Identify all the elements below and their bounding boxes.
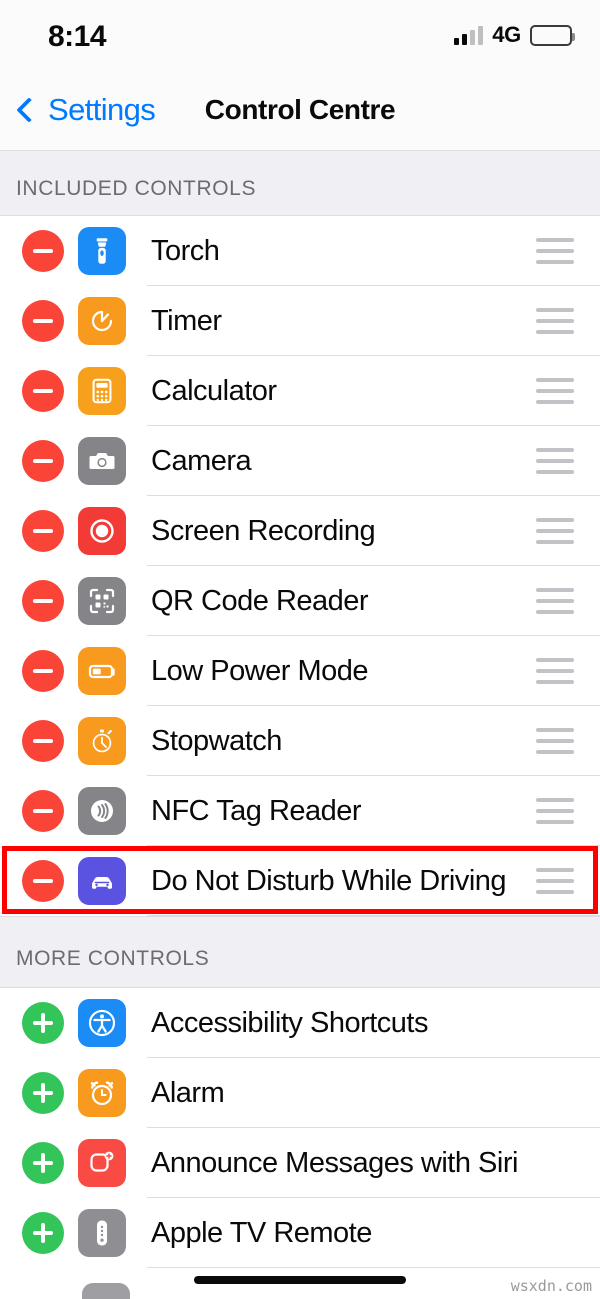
status-indicators: 4G [454,22,575,48]
qr-code-icon [78,577,126,625]
section-header-more-controls: MORE CONTROLS [0,916,600,988]
home-indicator[interactable] [194,1276,406,1284]
control-label: Do Not Disturb While Driving [151,864,507,897]
settings-list: INCLUDED CONTROLS Torch Timer Calculator Cam… [0,150,600,1268]
reorder-handle-icon[interactable] [536,238,574,264]
alarm-clock-icon [78,1069,126,1117]
reorder-handle-icon[interactable] [536,588,574,614]
table-row[interactable]: Screen Recording [0,496,600,566]
remove-control-button[interactable] [22,300,64,342]
reorder-handle-icon[interactable] [536,518,574,544]
reorder-handle-icon[interactable] [536,378,574,404]
table-row[interactable]: QR Code Reader [0,566,600,636]
back-button[interactable]: Settings [16,92,156,128]
table-row[interactable]: NFC Tag Reader [0,776,600,846]
add-control-button[interactable] [22,1072,64,1114]
navigation-bar: Settings Control Centre [0,70,600,150]
table-row[interactable]: Torch [0,216,600,286]
announce-siri-icon [78,1139,126,1187]
add-control-button[interactable] [22,1212,64,1254]
remove-control-button[interactable] [22,370,64,412]
reorder-handle-icon[interactable] [536,448,574,474]
back-button-label: Settings [48,92,156,127]
add-control-button[interactable] [22,1142,64,1184]
reorder-handle-icon[interactable] [536,308,574,334]
control-label: Announce Messages with Siri [151,1146,518,1179]
car-icon [78,857,126,905]
status-bar: 8:14 4G [0,0,600,70]
reorder-handle-icon[interactable] [536,658,574,684]
torch-icon [78,227,126,275]
reorder-handle-icon[interactable] [536,728,574,754]
stopwatch-icon [78,717,126,765]
table-row[interactable]: Low Power Mode [0,636,600,706]
control-label: Apple TV Remote [151,1216,372,1249]
control-label: NFC Tag Reader [151,794,362,827]
partial-next-row-icon [82,1283,130,1299]
reorder-handle-icon[interactable] [536,798,574,824]
chevron-left-icon [16,97,42,123]
section-header-included-controls: INCLUDED CONTROLS [0,150,600,216]
accessibility-icon [78,999,126,1047]
control-label: Low Power Mode [151,654,369,687]
table-row[interactable]: Camera [0,426,600,496]
nfc-icon [78,787,126,835]
control-list-included: Torch Timer Calculator Camera Screen Recordi… [0,216,600,916]
table-row[interactable]: Calculator [0,356,600,426]
table-row[interactable]: Do Not Disturb While Driving [0,846,600,916]
control-list-more: Accessibility Shortcuts Alarm Announce Mes… [0,988,600,1268]
remove-control-button[interactable] [22,860,64,902]
screen-recording-icon [78,507,126,555]
remove-control-button[interactable] [22,790,64,832]
control-label: Stopwatch [151,724,282,757]
remove-control-button[interactable] [22,510,64,552]
reorder-handle-icon[interactable] [536,868,574,894]
control-label: Calculator [151,374,277,407]
table-row[interactable]: Accessibility Shortcuts [0,988,600,1058]
network-type-label: 4G [492,22,521,47]
table-row[interactable]: Timer [0,286,600,356]
remove-control-button[interactable] [22,650,64,692]
row-separator [147,1267,600,1268]
battery-icon [530,24,575,46]
control-label: QR Code Reader [151,584,369,617]
remove-control-button[interactable] [22,580,64,622]
table-row[interactable]: Alarm [0,1058,600,1128]
signal-strength-icon [454,25,484,45]
timer-icon [78,297,126,345]
camera-icon [78,437,126,485]
add-control-button[interactable] [22,1002,64,1044]
control-label: Torch [151,234,220,267]
remove-control-button[interactable] [22,720,64,762]
calculator-icon [78,367,126,415]
control-label: Accessibility Shortcuts [151,1006,429,1039]
tv-remote-icon [78,1209,126,1257]
control-label: Screen Recording [151,514,376,547]
remove-control-button[interactable] [22,440,64,482]
control-label: Timer [151,304,222,337]
status-time: 8:14 [48,20,107,53]
watermark: wsxdn.com [510,1277,592,1295]
table-row[interactable]: Stopwatch [0,706,600,776]
row-separator [147,915,600,916]
low-power-battery-icon [78,647,126,695]
table-row[interactable]: Announce Messages with Siri [0,1128,600,1198]
table-row[interactable]: Apple TV Remote [0,1198,600,1268]
control-label: Camera [151,444,252,477]
remove-control-button[interactable] [22,230,64,272]
control-label: Alarm [151,1076,225,1109]
